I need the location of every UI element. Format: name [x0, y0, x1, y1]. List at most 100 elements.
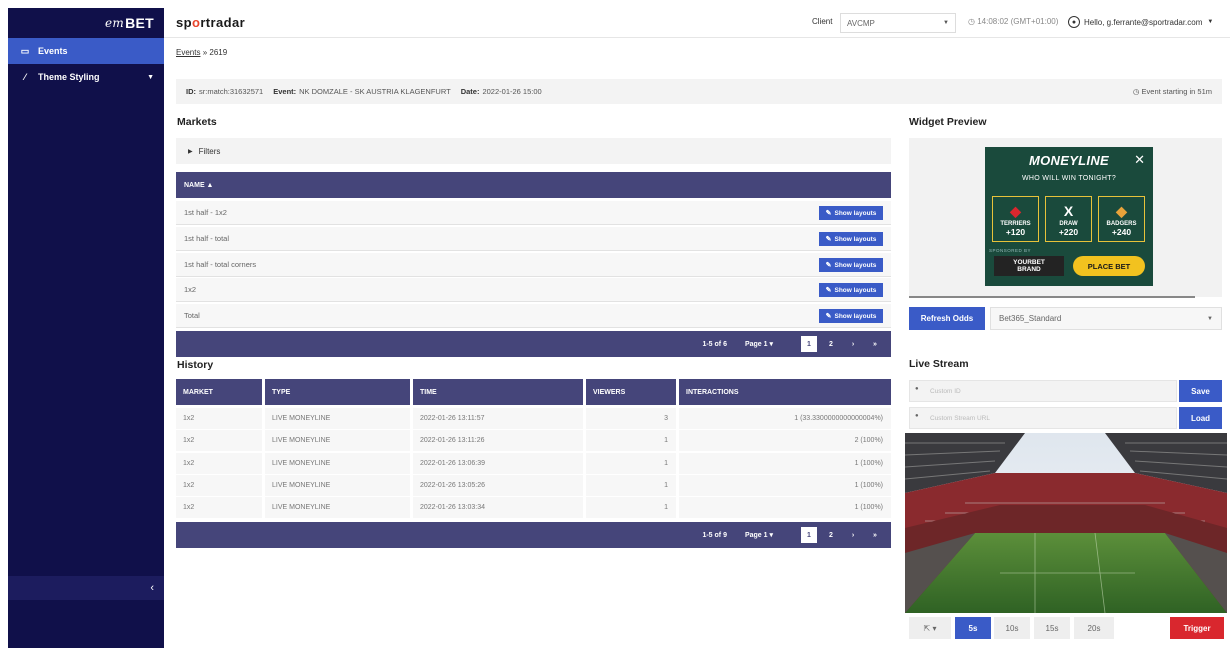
- page-1-button[interactable]: 1: [801, 336, 817, 352]
- clock-icon: ◷: [1132, 87, 1140, 96]
- live-stream-video[interactable]: [905, 433, 1227, 613]
- caret-down-icon: ▼: [1207, 19, 1214, 25]
- user-avatar-icon: ●: [1068, 16, 1080, 28]
- widget-preview-title: Widget Preview: [909, 116, 987, 128]
- chevron-left-icon: ‹: [150, 582, 154, 594]
- collapse-sidebar-button[interactable]: ‹: [8, 576, 164, 600]
- breadcrumb-events-link[interactable]: Events: [176, 48, 200, 57]
- trigger-button[interactable]: Trigger: [1170, 617, 1224, 639]
- cell-interactions: 1 (100%): [679, 453, 891, 474]
- cell-market: 1x2: [176, 408, 262, 429]
- page-2-button[interactable]: 2: [823, 336, 839, 352]
- position-select[interactable]: ⇱ ▾: [909, 617, 951, 639]
- next-page-icon[interactable]: ›: [845, 336, 861, 352]
- next-page-icon[interactable]: ›: [845, 527, 861, 543]
- draw-x-icon: X: [1063, 203, 1074, 219]
- terrier-shield-icon: ◆: [1010, 203, 1021, 219]
- history-pagination: 1-5 of 9 Page 1 ▾ 1 2 › »: [176, 522, 891, 548]
- cell-type: LIVE MONEYLINE: [265, 430, 410, 451]
- option-badgers[interactable]: ◆ BADGERS +240: [1098, 196, 1145, 242]
- widget-subtitle: WHO WILL WIN TONIGHT?: [1021, 175, 1117, 182]
- show-layouts-button[interactable]: ✎ Show layouts: [819, 283, 883, 297]
- edit-icon: ✎: [825, 262, 832, 269]
- market-name: 1x2: [184, 285, 197, 294]
- option-terriers[interactable]: ◆ TERRIERS +120: [992, 196, 1039, 242]
- event-id-value: sr:match:31632571: [199, 87, 264, 96]
- sportradar-logo: sportradar: [176, 15, 245, 30]
- column-header-time[interactable]: TIME: [413, 379, 583, 405]
- pagination-count: 1-5 of 6: [702, 340, 727, 348]
- place-bet-button[interactable]: PLACE BET: [1073, 256, 1145, 276]
- column-header-viewers[interactable]: VIEWERS: [586, 379, 676, 405]
- cell-time: 2022-01-26 13:11:26: [413, 430, 583, 451]
- filters-label: Filters: [198, 146, 221, 156]
- markets-table-header[interactable]: NAME ▲: [176, 172, 891, 198]
- user-menu[interactable]: ● Hello, g.ferrante@sportradar.com ▼: [1068, 16, 1213, 28]
- cell-viewers: 1: [586, 453, 676, 474]
- clock-time: 14:08:02 (GMT+01:00): [977, 17, 1059, 26]
- event-info-bar: ID: sr:match:31632571 Event: NK DOMZALE - …: [176, 79, 1222, 104]
- last-page-icon[interactable]: »: [867, 336, 883, 352]
- interval-5s-button[interactable]: 5s: [955, 617, 991, 639]
- refresh-odds-button[interactable]: Refresh Odds: [909, 307, 985, 330]
- event-id: ID: sr:match:31632571: [186, 87, 263, 96]
- markets-pagination: 1-5 of 6 Page 1 ▾ 1 2 › »: [176, 331, 891, 357]
- show-layouts-button[interactable]: ✎ Show layouts: [819, 206, 883, 220]
- client-value: AVCMP: [847, 18, 875, 28]
- event-id-label: ID:: [186, 87, 196, 96]
- interval-15s-button[interactable]: 15s: [1034, 617, 1070, 639]
- page-select[interactable]: Page 1 ▾: [745, 531, 773, 539]
- brand-line: BRAND: [1017, 266, 1041, 273]
- option-draw[interactable]: X DRAW +220: [1045, 196, 1092, 242]
- caret-down-icon: ▼: [1207, 315, 1213, 322]
- show-layouts-button[interactable]: ✎ Show layouts: [819, 232, 883, 246]
- filters-toggle[interactable]: ▶ Filters: [176, 138, 891, 164]
- sponsor-brand: YOURBET BRAND: [994, 256, 1064, 276]
- brush-icon: ⁄: [24, 72, 26, 82]
- show-layouts-button[interactable]: ✎ Show layouts: [819, 309, 883, 323]
- page-2-button[interactable]: 2: [823, 527, 839, 543]
- sidebar-item-theme-styling[interactable]: ⁄ Theme Styling ▼: [8, 64, 164, 90]
- cell-interactions: 2 (100%): [679, 430, 891, 451]
- page-select[interactable]: Page 1 ▾: [745, 340, 773, 348]
- sidebar-item-label: Theme Styling: [38, 72, 100, 82]
- top-bar: sportradar Client AVCMP ▼ ◷ 14:08:02 (GM…: [164, 8, 1230, 38]
- column-name-sort[interactable]: NAME ▲: [184, 182, 213, 189]
- cell-viewers: 1: [586, 497, 676, 518]
- cell-time: 2022-01-26 13:05:26: [413, 475, 583, 496]
- interval-10s-button[interactable]: 10s: [994, 617, 1030, 639]
- button-label: Show layouts: [834, 261, 877, 269]
- pagination-count: 1-5 of 9: [702, 531, 727, 539]
- sidebar-item-events[interactable]: ▭ Events: [8, 38, 164, 64]
- caret-down-icon: ▼: [943, 20, 949, 26]
- client-select[interactable]: AVCMP ▼: [840, 13, 956, 33]
- column-header-type[interactable]: TYPE: [265, 379, 410, 405]
- interval-20s-button[interactable]: 20s: [1074, 617, 1114, 639]
- close-icon[interactable]: ✕: [1134, 152, 1145, 168]
- stadium-image: [905, 433, 1227, 613]
- stream-url-input[interactable]: ● Custom Stream URL: [909, 407, 1177, 429]
- sponsored-by-label: SPONSORED BY: [989, 248, 1032, 253]
- save-button[interactable]: Save: [1179, 380, 1222, 402]
- radio-icon: ●: [915, 386, 919, 392]
- show-layouts-button[interactable]: ✎ Show layouts: [819, 258, 883, 272]
- custom-id-input[interactable]: ● Custom ID: [909, 380, 1177, 402]
- column-header-interactions[interactable]: INTERACTIONS: [679, 379, 891, 405]
- edit-icon: ✎: [825, 287, 832, 294]
- button-label: Show layouts: [834, 286, 877, 294]
- cell-interactions: 1 (100%): [679, 475, 891, 496]
- option-odds: +120: [1005, 227, 1026, 237]
- embet-logo: em BET: [8, 8, 164, 38]
- odds-provider-select[interactable]: Bet365_Standard ▼: [990, 307, 1222, 330]
- logo-part: sp: [176, 15, 192, 30]
- page-1-button[interactable]: 1: [801, 527, 817, 543]
- market-name: 1st half - 1x2: [184, 208, 227, 217]
- breadcrumb-current: 2619: [209, 48, 228, 57]
- option-odds: +220: [1058, 227, 1079, 237]
- button-label: Show layouts: [834, 312, 877, 320]
- load-button[interactable]: Load: [1179, 407, 1222, 429]
- cell-viewers: 1: [586, 430, 676, 451]
- column-header-market[interactable]: MARKET: [176, 379, 262, 405]
- moneyline-widget: MONEYLINE ✕ WHO WILL WIN TONIGHT? ◆ TERR…: [985, 147, 1153, 286]
- last-page-icon[interactable]: »: [867, 527, 883, 543]
